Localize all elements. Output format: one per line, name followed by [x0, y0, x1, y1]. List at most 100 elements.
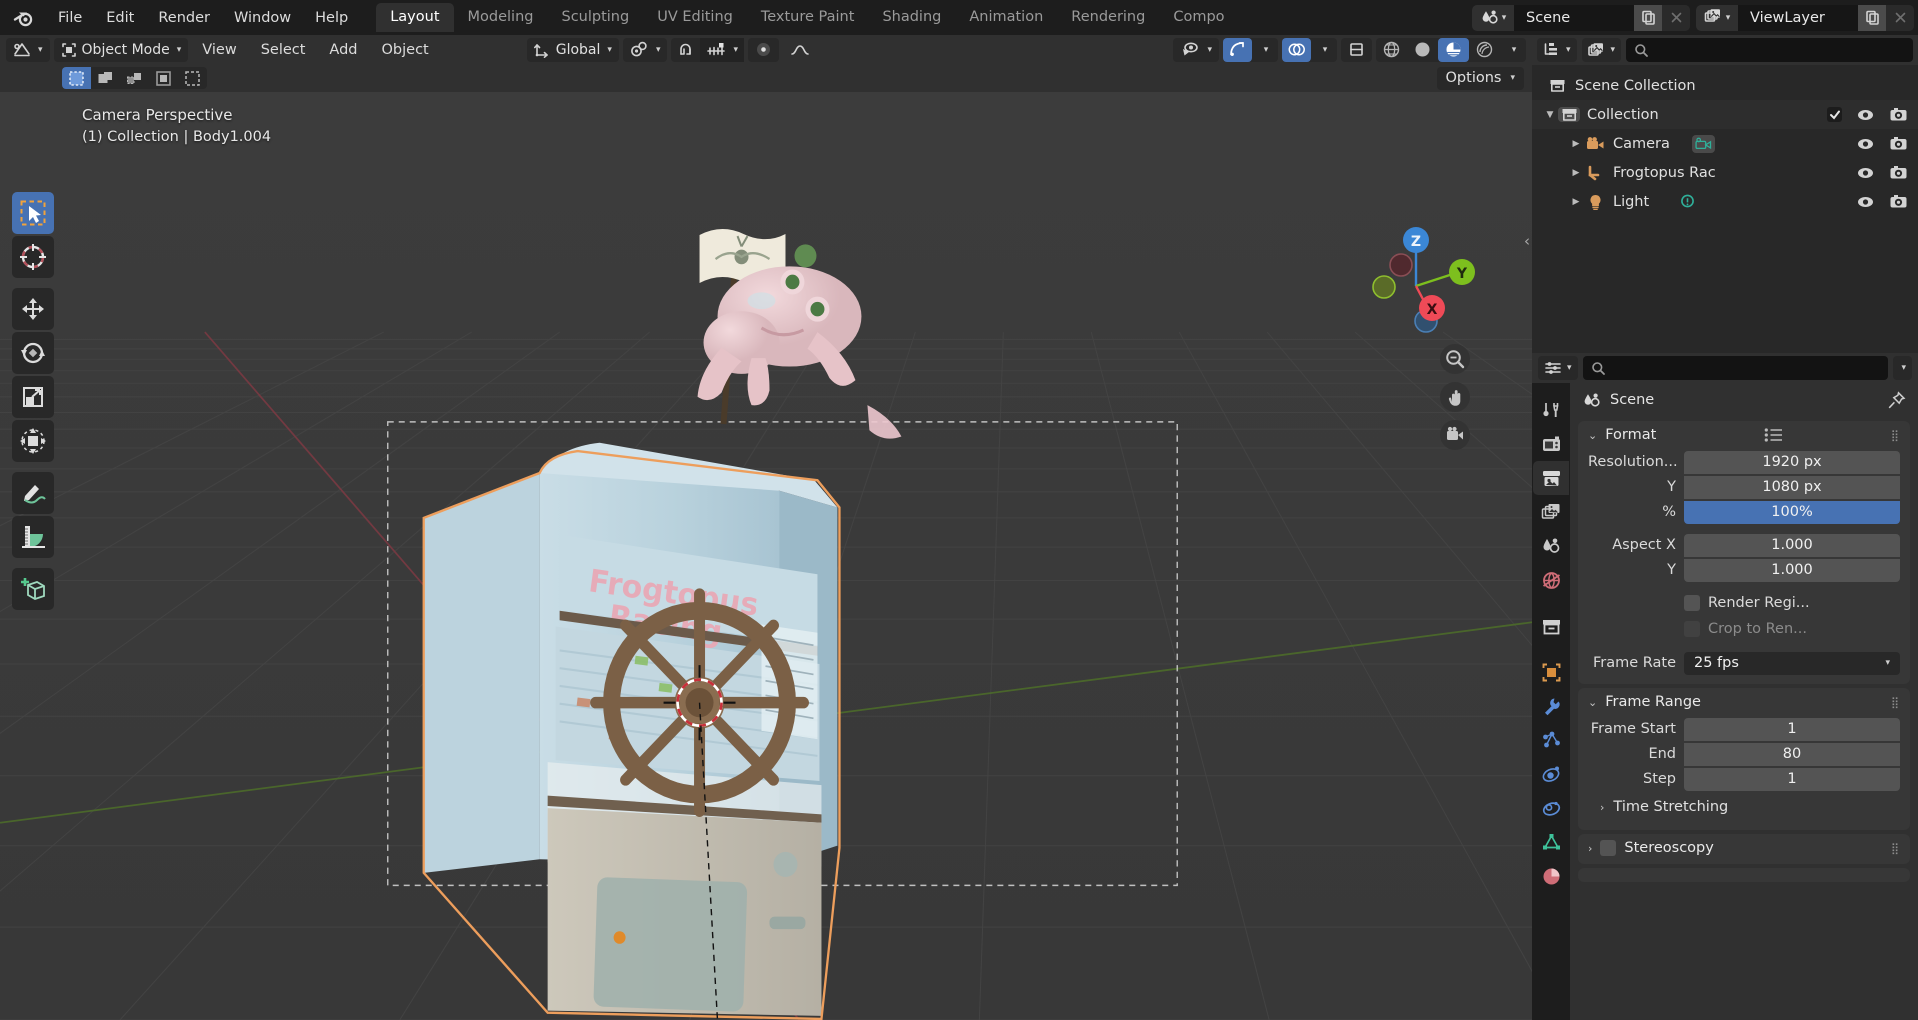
tab-compositing[interactable]: Compo	[1159, 3, 1238, 32]
viewport-menu-add[interactable]: Add	[319, 39, 367, 61]
cursor-tool-button[interactable]	[12, 236, 54, 278]
render-tab[interactable]	[1533, 427, 1569, 461]
select-extend-button[interactable]	[178, 67, 207, 89]
constraints-tab[interactable]	[1533, 791, 1569, 825]
circle-select-button[interactable]	[120, 67, 149, 89]
sidebar-toggle-arrow-icon[interactable]: ‹	[1524, 232, 1530, 250]
measure-tool-button[interactable]	[12, 516, 54, 558]
material-preview-shading-button[interactable]	[1438, 37, 1469, 62]
tab-uv-editing[interactable]: UV Editing	[643, 3, 747, 32]
view-layer-tab[interactable]	[1533, 495, 1569, 529]
editor-type-properties-icon[interactable]: ▾	[1538, 356, 1578, 380]
tab-animation[interactable]: Animation	[955, 3, 1057, 32]
gizmo-options-chevron-down-icon[interactable]: ▾	[1252, 38, 1278, 62]
outliner-row-scene-collection[interactable]: Scene Collection	[1532, 71, 1918, 100]
tab-layout[interactable]: Layout	[376, 3, 454, 32]
pin-icon[interactable]	[1887, 390, 1906, 410]
overlays-options-chevron-down-icon[interactable]: ▾	[1311, 38, 1337, 62]
camera-view-icon[interactable]	[1440, 420, 1470, 450]
xray-toggle[interactable]	[1341, 37, 1372, 62]
annotate-tool-button[interactable]	[12, 472, 54, 514]
outliner-row-light[interactable]: ▶ Light	[1532, 187, 1918, 216]
subpanel-time-stretching[interactable]: › Time Stretching	[1578, 792, 1910, 822]
tab-sculpting[interactable]: Sculpting	[547, 3, 643, 32]
proportional-falloff-selector[interactable]	[783, 38, 817, 62]
eye-icon[interactable]	[1856, 166, 1875, 180]
transform-tool-button[interactable]	[12, 420, 54, 462]
expander-down-icon[interactable]: ▼	[1542, 110, 1558, 120]
tab-shading[interactable]: Shading	[868, 3, 955, 32]
panel-drag-handle[interactable]: ⣿	[1891, 696, 1900, 709]
new-scene-button[interactable]	[1634, 4, 1662, 31]
panel-stereoscopy-header[interactable]: › Stereoscopy ⣿	[1578, 834, 1910, 862]
presets-list-icon[interactable]	[1764, 428, 1784, 442]
wireframe-shading-button[interactable]	[1376, 38, 1407, 62]
eye-icon[interactable]	[1856, 108, 1875, 122]
field-frame-end[interactable]: 80	[1684, 742, 1900, 766]
new-viewlayer-button[interactable]	[1858, 4, 1886, 31]
world-tab[interactable]	[1533, 563, 1569, 597]
magnet-icon[interactable]	[671, 38, 700, 62]
panel-drag-handle[interactable]: ⣿	[1891, 842, 1900, 855]
properties-search-input[interactable]	[1582, 356, 1889, 380]
rendered-shading-button[interactable]	[1469, 38, 1500, 62]
lasso-select-button[interactable]	[149, 67, 178, 89]
tweak-select-button[interactable]	[62, 67, 91, 89]
camera-icon[interactable]	[1889, 194, 1908, 209]
expander-right-icon[interactable]: ▶	[1568, 139, 1584, 149]
checkbox-crop-to-render-region[interactable]	[1684, 620, 1700, 637]
editor-type-3dview-icon[interactable]: ▾	[6, 37, 50, 62]
object-mode-selector[interactable]: Object Mode ▾	[53, 37, 189, 62]
viewport-menu-select[interactable]: Select	[251, 39, 316, 61]
outliner-filter-icon[interactable]: ▾	[1581, 38, 1622, 62]
field-resolution-percent[interactable]: 100%	[1684, 500, 1900, 524]
field-aspect-y[interactable]: 1.000	[1684, 558, 1900, 582]
scene-name-field[interactable]: Scene	[1514, 4, 1634, 31]
field-resolution-y[interactable]: 1080 px	[1684, 475, 1900, 499]
viewport-canvas[interactable]: Frogtopus Racing Camera Perspective (1) …	[0, 92, 1532, 1020]
panel-drag-handle[interactable]: ⣿	[1891, 429, 1900, 442]
scene-icon[interactable]: ▾	[1472, 4, 1514, 31]
tweak-tool-button[interactable]	[12, 192, 54, 234]
camera-icon[interactable]	[1889, 136, 1908, 151]
object-tab[interactable]	[1533, 655, 1569, 689]
camera-data-icon[interactable]	[1691, 134, 1715, 153]
navigation-gizmo[interactable]: Z Y X	[1356, 220, 1476, 340]
menu-edit[interactable]: Edit	[94, 5, 146, 31]
panel-frame-range-header[interactable]: ⌄ Frame Range ⣿	[1578, 688, 1910, 716]
field-aspect-x[interactable]: 1.000	[1684, 533, 1900, 557]
outliner-row-frogtopus[interactable]: ▶ Frogtopus Rac	[1532, 158, 1918, 187]
expander-right-icon[interactable]: ▶	[1568, 197, 1584, 207]
viewport-menu-view[interactable]: View	[192, 39, 246, 61]
camera-icon[interactable]	[1889, 165, 1908, 180]
unlink-scene-button[interactable]	[1662, 4, 1690, 31]
solid-shading-button[interactable]	[1407, 38, 1438, 62]
outliner-row-camera[interactable]: ▶ Camera	[1532, 129, 1918, 158]
scale-tool-button[interactable]	[12, 376, 54, 418]
particles-tab[interactable]	[1533, 723, 1569, 757]
menu-help[interactable]: Help	[303, 5, 360, 31]
collection-tab[interactable]	[1533, 609, 1569, 643]
data-tab[interactable]	[1533, 825, 1569, 859]
gizmo-icon[interactable]	[1223, 37, 1252, 62]
checkbox-stereoscopy[interactable]	[1600, 840, 1617, 856]
pan-icon[interactable]	[1440, 382, 1470, 412]
scene-tab[interactable]	[1533, 529, 1569, 563]
tab-rendering[interactable]: Rendering	[1057, 3, 1159, 32]
checkbox-render-region[interactable]	[1684, 594, 1700, 611]
object-visibility-selector[interactable]: ▾	[1173, 37, 1219, 62]
dropdown-frame-rate[interactable]: 25 fps ▾	[1684, 651, 1900, 675]
outliner-display-mode-icon[interactable]: ▾	[1537, 38, 1577, 62]
blender-logo-icon[interactable]	[6, 1, 40, 35]
menu-window[interactable]: Window	[222, 5, 303, 31]
viewlayer-icon[interactable]: ▾	[1696, 4, 1738, 31]
overlays-icon[interactable]	[1282, 37, 1311, 62]
expander-right-icon[interactable]: ▶	[1568, 168, 1584, 178]
material-tab[interactable]	[1533, 859, 1569, 893]
add-cube-tool-button[interactable]	[12, 568, 54, 610]
rotate-tool-button[interactable]	[12, 332, 54, 374]
eye-icon[interactable]	[1856, 137, 1875, 151]
field-frame-step[interactable]: 1	[1684, 767, 1900, 791]
outliner-row-collection[interactable]: ▼ Collection	[1532, 100, 1918, 129]
camera-icon[interactable]	[1889, 107, 1908, 122]
